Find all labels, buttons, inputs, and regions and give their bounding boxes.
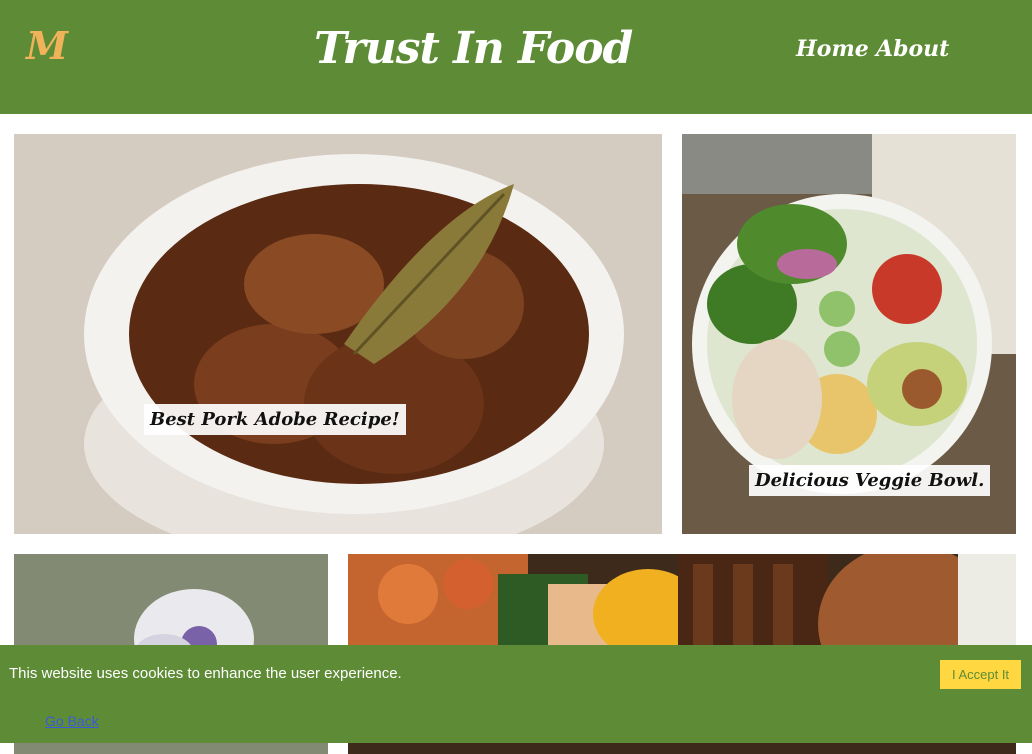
cookie-consent-bar: This website uses cookies to enhance the… — [0, 645, 1032, 743]
card-caption: Best Pork Adobe Recipe! — [144, 404, 406, 435]
recipe-card-veggie-bowl[interactable]: Delicious Veggie Bowl. — [682, 134, 1016, 534]
nav-home-link[interactable]: Home — [796, 34, 869, 64]
recipe-card-pork-adobo[interactable]: Best Pork Adobe Recipe! — [14, 134, 662, 534]
nav-about-link[interactable]: About — [876, 34, 949, 64]
site-title: Trust In Food — [314, 23, 633, 74]
site-header: M Trust In Food Home About — [0, 0, 1032, 114]
card-caption: Delicious Veggie Bowl. — [749, 465, 991, 496]
go-back-link[interactable]: Go Back — [45, 713, 99, 729]
site-logo[interactable]: M — [26, 24, 68, 68]
accept-cookies-button[interactable]: I Accept It — [940, 660, 1021, 689]
cookie-message: This website uses cookies to enhance the… — [9, 665, 402, 682]
pork-adobo-image — [14, 134, 662, 534]
